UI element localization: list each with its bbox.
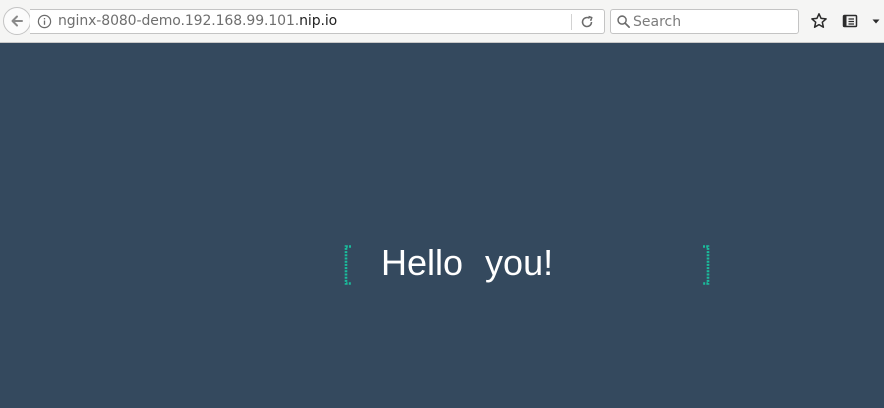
star-icon (811, 13, 827, 28)
greeting-text: Hello you! (381, 241, 553, 285)
url-text[interactable]: nginx-8080-demo.192.168.99.101.nip.io (58, 13, 337, 29)
url-bar[interactable]: nginx-8080-demo.192.168.99.101.nip.io (30, 9, 605, 34)
search-bar[interactable] (610, 9, 799, 34)
right-bracket-ornament (703, 245, 710, 285)
url-domain: nip.io (299, 13, 338, 29)
reader-view-button[interactable] (840, 11, 860, 31)
reload-icon[interactable] (579, 14, 595, 30)
back-arrow-icon (11, 15, 23, 27)
browser-toolbar: nginx-8080-demo.192.168.99.101.nip.io (0, 0, 884, 43)
url-separator (571, 14, 572, 30)
left-bracket-ornament (344, 245, 351, 285)
info-icon[interactable] (37, 14, 52, 29)
back-button[interactable] (3, 7, 31, 35)
page-content: Hello you! (0, 44, 884, 408)
bookmark-star-button[interactable] (809, 11, 829, 31)
search-input[interactable] (633, 12, 793, 31)
menu-dropdown-button[interactable] (866, 11, 884, 31)
reader-view-icon (842, 14, 858, 28)
greeting-word-hello: Hello (381, 242, 464, 283)
url-path: nginx-8080-demo.192.168.99.101. (58, 13, 300, 29)
chevron-down-icon (872, 19, 880, 24)
greeting-word-you: you! (485, 242, 554, 283)
search-icon (617, 15, 630, 28)
